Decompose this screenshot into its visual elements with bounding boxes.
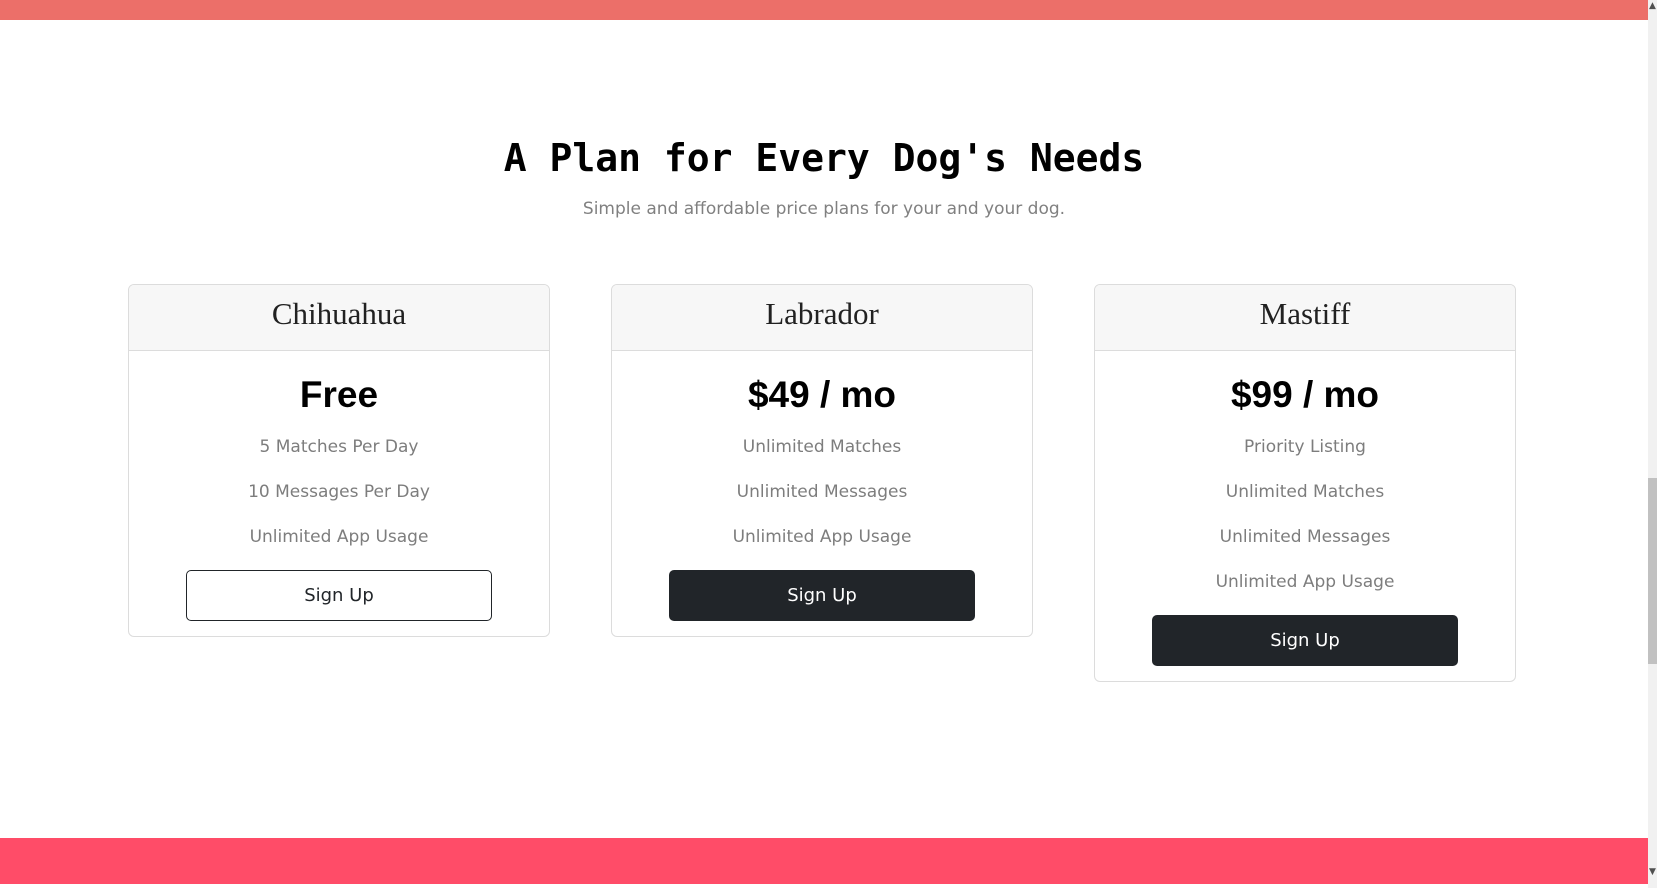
plan-body: $99 / mo Priority Listing Unlimited Matc…: [1095, 351, 1515, 666]
plan-body: $49 / mo Unlimited Matches Unlimited Mes…: [612, 351, 1032, 621]
feature-item: Unlimited Matches: [742, 437, 902, 457]
feature-item: Unlimited Messages: [1219, 527, 1391, 547]
plan-name: Labrador: [612, 285, 1032, 351]
feature-item: Unlimited Messages: [736, 482, 908, 502]
sign-up-button-labrador[interactable]: Sign Up: [669, 570, 975, 621]
plan-card-chihuahua: Chihuahua Free 5 Matches Per Day 10 Mess…: [128, 284, 550, 637]
chevron-up-icon[interactable]: ▲: [1648, 0, 1657, 12]
plan-price: $49 / mo: [747, 374, 897, 415]
scrollbar-thumb[interactable]: [1648, 478, 1657, 664]
sign-up-button-chihuahua[interactable]: Sign Up: [186, 570, 492, 621]
plan-price: $99 / mo: [1230, 374, 1380, 415]
chevron-down-icon[interactable]: ▼: [1648, 866, 1657, 878]
plan-price: Free: [299, 374, 379, 415]
sign-up-button-mastiff[interactable]: Sign Up: [1152, 615, 1458, 666]
bottom-divider: [0, 884, 1648, 888]
plan-name: Mastiff: [1095, 285, 1515, 351]
bottom-color-band: [0, 838, 1648, 884]
top-color-band: [0, 0, 1648, 20]
feature-list: 5 Matches Per Day 10 Messages Per Day Un…: [129, 425, 549, 560]
feature-item: 5 Matches Per Day: [259, 437, 419, 457]
feature-list: Priority Listing Unlimited Matches Unlim…: [1095, 425, 1515, 605]
feature-item: Unlimited App Usage: [1215, 572, 1395, 592]
plan-card-labrador: Labrador $49 / mo Unlimited Matches Unli…: [611, 284, 1033, 637]
plan-name: Chihuahua: [129, 285, 549, 351]
feature-item: Unlimited App Usage: [732, 527, 912, 547]
plan-card-mastiff: Mastiff $99 / mo Priority Listing Unlimi…: [1094, 284, 1516, 682]
plan-body: Free 5 Matches Per Day 10 Messages Per D…: [129, 351, 549, 621]
feature-item: Unlimited App Usage: [249, 527, 429, 547]
section-title: A Plan for Every Dog's Needs: [503, 136, 1145, 180]
feature-item: Priority Listing: [1244, 437, 1366, 457]
section-subtitle: Simple and affordable price plans for yo…: [582, 199, 1066, 219]
feature-list: Unlimited Matches Unlimited Messages Unl…: [612, 425, 1032, 560]
feature-item: Unlimited Matches: [1225, 482, 1385, 502]
feature-item: 10 Messages Per Day: [248, 482, 430, 502]
vertical-scrollbar[interactable]: ▲ ▼: [1648, 0, 1657, 888]
pricing-page: A Plan for Every Dog's Needs Simple and …: [0, 0, 1657, 888]
